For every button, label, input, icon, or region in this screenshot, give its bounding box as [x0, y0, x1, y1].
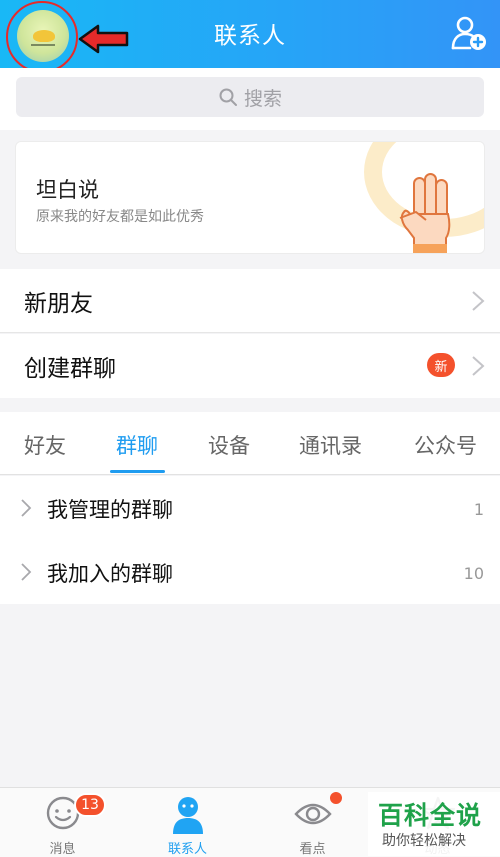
active-tab-indicator	[110, 470, 165, 473]
chevron-right-icon	[472, 291, 485, 311]
new-friends-row[interactable]: 新朋友	[0, 269, 500, 333]
nav-contacts[interactable]: 联系人	[125, 788, 250, 857]
tanbai-card[interactable]: 坦白说 原来我的好友都是如此优秀	[15, 141, 485, 254]
tab-official-accounts[interactable]: 公众号	[414, 430, 477, 460]
nav-messages[interactable]: 13 消息	[0, 788, 125, 857]
list-item[interactable]: 我管理的群聊 1	[0, 476, 500, 540]
tab-friends[interactable]: 好友	[24, 430, 66, 460]
new-badge: 新	[427, 353, 455, 377]
contacts-tabs: 好友 群聊 设备 通讯录 公众号	[0, 412, 500, 475]
list-item[interactable]: 我加入的群聊 10	[0, 540, 500, 604]
promo-subtitle: 原来我的好友都是如此优秀	[36, 209, 204, 225]
group-label: 我管理的群聊	[47, 498, 173, 522]
unread-count-badge: 13	[74, 793, 106, 817]
new-friends-label: 新朋友	[24, 290, 93, 317]
search-area: 搜索	[0, 68, 500, 130]
eye-icon	[294, 803, 332, 825]
chevron-right-icon	[21, 499, 32, 517]
watermark: 百科全说 助你轻松解决	[368, 792, 500, 856]
group-label: 我加入的群聊	[47, 562, 173, 586]
group-count: 10	[463, 564, 484, 583]
tab-address-book[interactable]: 通讯录	[299, 430, 362, 460]
tab-groups[interactable]: 群聊	[116, 430, 158, 460]
chevron-right-icon	[21, 563, 32, 581]
search-input[interactable]: 搜索	[16, 77, 484, 117]
group-count: 1	[473, 500, 484, 519]
promo-title: 坦白说	[36, 178, 99, 202]
contacts-icon	[173, 797, 203, 834]
create-group-label: 创建群聊	[24, 356, 116, 382]
create-group-row[interactable]: 创建群聊	[0, 334, 500, 398]
watermark-subtitle: 助你轻松解决	[382, 833, 466, 849]
chevron-right-icon	[472, 356, 485, 376]
page-title: 联系人	[214, 23, 286, 49]
add-friend-icon[interactable]	[450, 14, 488, 52]
tab-devices[interactable]: 设备	[208, 430, 250, 460]
nav-label: 消息	[49, 842, 76, 857]
nav-label: 看点	[299, 842, 326, 857]
hand-icon	[399, 173, 451, 253]
nav-label: 联系人	[167, 842, 207, 857]
top-bar: 联系人	[0, 0, 500, 73]
watermark-title: 百科全说	[378, 801, 483, 830]
search-icon	[219, 88, 237, 106]
search-placeholder: 搜索	[243, 87, 282, 110]
notification-dot	[330, 792, 342, 804]
nav-kandian[interactable]: 看点	[250, 788, 375, 857]
